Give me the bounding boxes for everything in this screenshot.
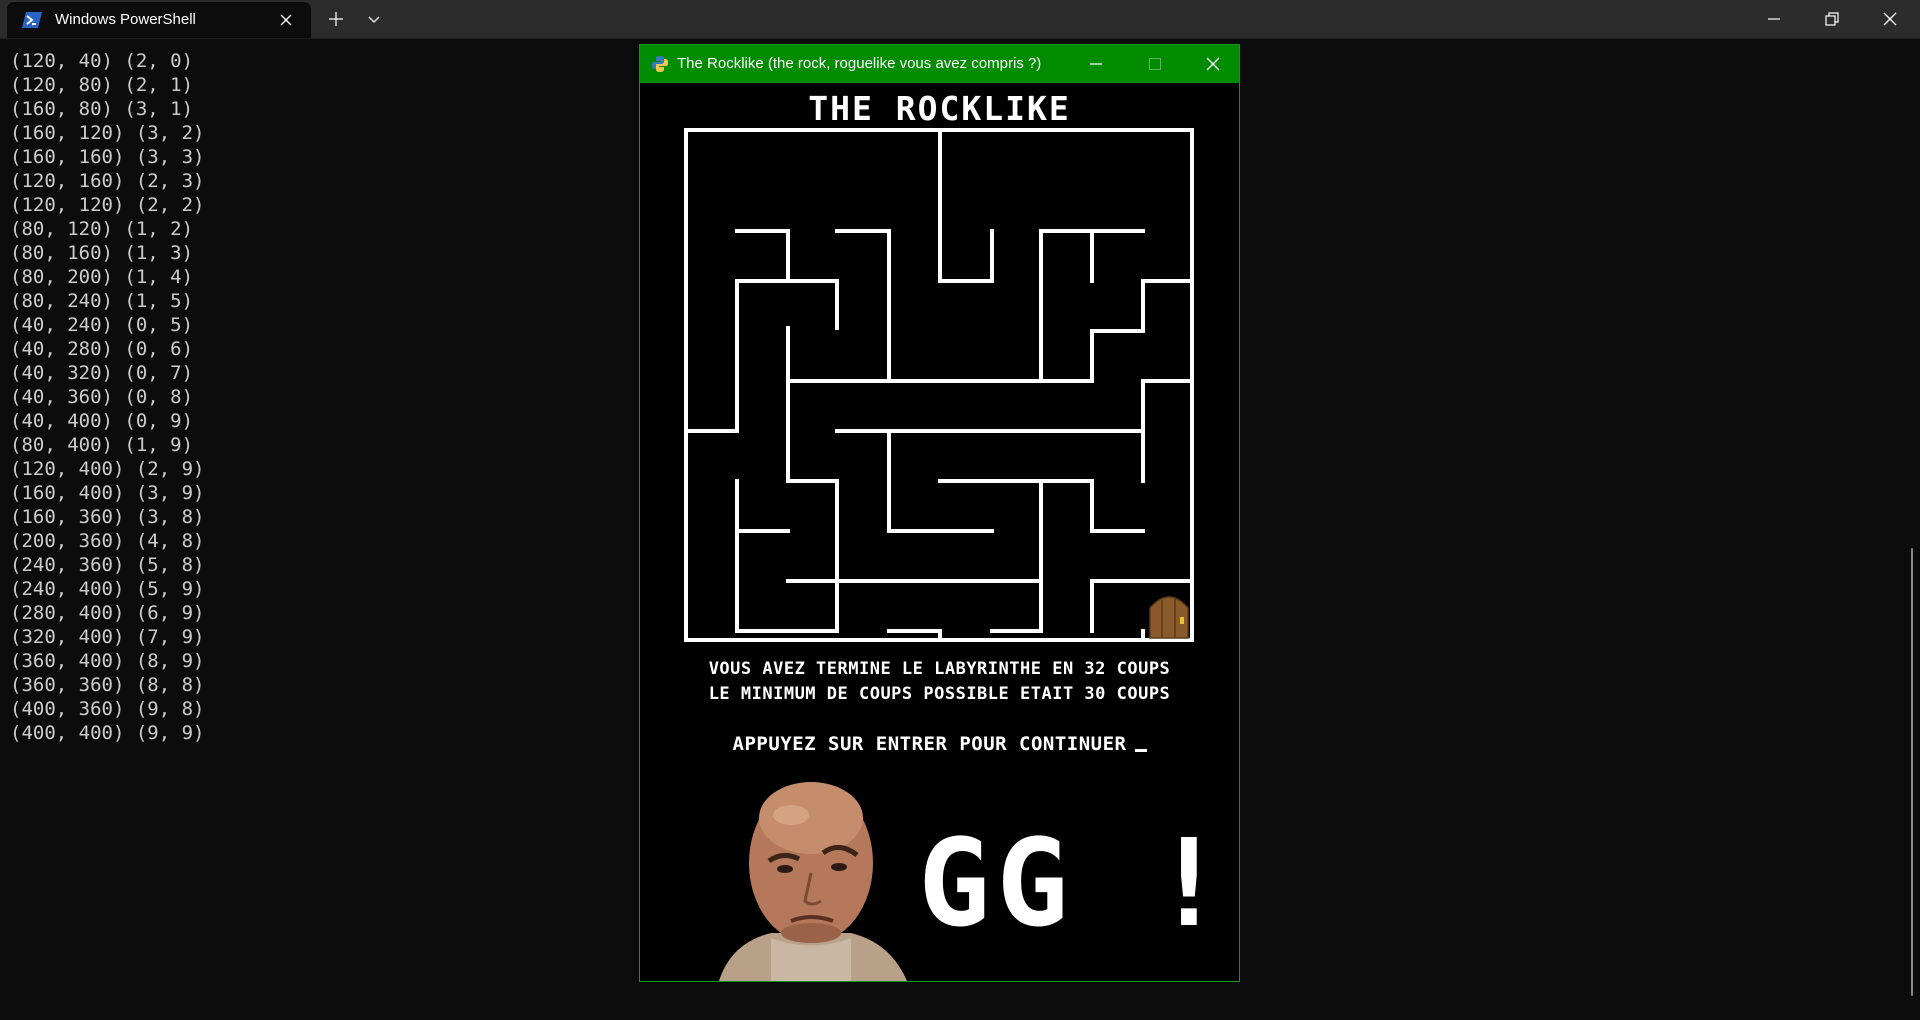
game-titlebar[interactable]: The Rocklike (the rock, roguelike vous a… [640,45,1239,83]
minimize-button[interactable] [1747,0,1803,38]
terminal-line: (40, 240) (0, 5) [10,314,194,336]
minimize-icon [1768,18,1780,20]
terminal-line: (80, 200) (1, 4) [10,266,194,288]
game-minimize-button[interactable] [1072,45,1120,83]
terminal-line: (200, 360) (4, 8) [10,530,205,552]
terminal-line: (40, 360) (0, 8) [10,386,194,408]
chevron-down-icon[interactable] [365,10,383,28]
restore-icon [1825,12,1839,26]
terminal-line: (40, 280) (0, 6) [10,338,194,360]
maze-walls [684,128,1194,642]
the-rock-photo [711,773,911,981]
terminal-scrollbar[interactable] [1911,548,1913,996]
terminal-line: (160, 400) (3, 9) [10,482,205,504]
maze [684,128,1194,642]
game-heading: THE ROCKLIKE [808,89,1071,128]
game-close-button[interactable] [1189,45,1237,83]
terminal-line: (120, 400) (2, 9) [10,458,205,480]
game-window[interactable]: The Rocklike (the rock, roguelike vous a… [639,44,1240,982]
game-maximize-button [1131,45,1179,83]
terminal-line: (360, 400) (8, 9) [10,650,205,672]
result-minimum-text: LE MINIMUM DE COUPS POSSIBLE ETAIT 30 CO… [708,684,1171,704]
terminal-line: (40, 320) (0, 7) [10,362,194,384]
close-icon [1206,57,1220,71]
terminal-line: (360, 360) (8, 8) [10,674,205,696]
terminal-line: (120, 40) (2, 0) [10,50,194,72]
terminal-line: (160, 160) (3, 3) [10,146,205,168]
new-tab-icon[interactable] [326,9,346,29]
terminal-line: (160, 120) (3, 2) [10,122,205,144]
terminal-line: (80, 160) (1, 3) [10,242,194,264]
terminal-line: (80, 120) (1, 2) [10,218,194,240]
close-window-button[interactable] [1863,0,1919,38]
terminal-line: (80, 400) (1, 9) [10,434,194,456]
terminal-line: (280, 400) (6, 9) [10,602,205,624]
terminal-line: (160, 360) (3, 8) [10,506,205,528]
terminal-line: (400, 400) (9, 9) [10,722,205,744]
minimize-icon [1090,63,1102,65]
maximize-icon [1149,58,1161,70]
terminal-line: (160, 80) (3, 1) [10,98,194,120]
close-icon [1883,12,1897,26]
continue-prompt: APPUYEZ SUR ENTRER POUR CONTINUER [640,733,1239,755]
terminal-line: (40, 400) (0, 9) [10,410,194,432]
terminal-titlebar: Windows PowerShell [0,0,1920,39]
result-moves-text: VOUS AVEZ TERMINE LE LABYRINTHE EN 32 CO… [708,659,1171,679]
continue-prompt-label: APPUYEZ SUR ENTRER POUR CONTINUER [732,733,1127,755]
terminal-line: (120, 160) (2, 3) [10,170,205,192]
terminal-line: (80, 240) (1, 5) [10,290,194,312]
gg-text: GG ! [918,815,1231,954]
terminal-line: (400, 360) (9, 8) [10,698,205,720]
python-icon [652,56,668,72]
door-icon [1149,596,1189,639]
terminal-line: (120, 80) (2, 1) [10,74,194,96]
tab-powershell[interactable]: Windows PowerShell [7,2,311,38]
restore-button[interactable] [1805,0,1861,38]
text-cursor [1134,749,1147,752]
terminal-line: (120, 120) (2, 2) [10,194,205,216]
tab-title: Windows PowerShell [55,11,196,28]
powershell-icon [22,12,42,28]
close-tab-icon[interactable] [277,11,295,29]
game-window-title: The Rocklike (the rock, roguelike vous a… [677,55,1042,72]
terminal-line: (240, 360) (5, 8) [10,554,205,576]
terminal-output[interactable]: (120, 40) (2, 0) (120, 80) (2, 1) (160, 80… [10,49,610,745]
terminal-line: (320, 400) (7, 9) [10,626,205,648]
terminal-line: (240, 400) (5, 9) [10,578,205,600]
